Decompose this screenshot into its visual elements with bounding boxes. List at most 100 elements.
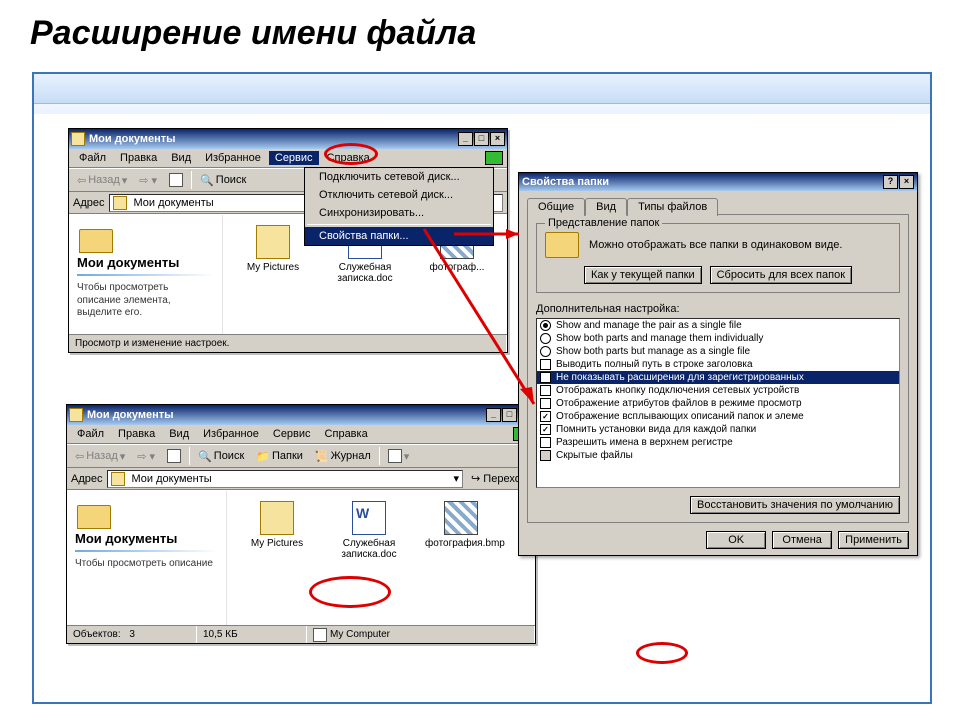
- checkbox-icon: [540, 437, 551, 448]
- radio-icon: [540, 346, 551, 357]
- menu-favorites[interactable]: Избранное: [197, 427, 265, 441]
- maximize-button[interactable]: □: [474, 132, 489, 146]
- checkbox-icon: [540, 411, 551, 422]
- minimize-button[interactable]: _: [486, 408, 501, 422]
- tabs: Общие Вид Типы файлов: [527, 197, 909, 215]
- checkbox-icon: [540, 450, 551, 461]
- file-item[interactable]: My Pictures: [241, 501, 313, 615]
- apply-button[interactable]: Применить: [838, 531, 909, 549]
- advanced-label: Дополнительная настройка:: [536, 303, 900, 315]
- menu-tools[interactable]: Сервис: [269, 151, 319, 165]
- setting-label: Помнить установки вида для каждой папки: [556, 424, 756, 435]
- restore-defaults-button[interactable]: Восстановить значения по умолчанию: [690, 496, 900, 514]
- menu-edit[interactable]: Правка: [112, 427, 161, 441]
- menu-help[interactable]: Справка: [319, 427, 374, 441]
- checkbox-icon: [540, 424, 551, 435]
- journal-button[interactable]: 📜 Журнал: [311, 449, 375, 464]
- slide-title: Расширение имени файла: [0, 0, 960, 59]
- menubar: Файл Правка Вид Избранное Сервис Справка: [67, 425, 535, 444]
- search-button[interactable]: 🔍 Поиск: [194, 449, 248, 464]
- webpanel-title: Мои документы: [77, 255, 214, 270]
- menu-edit[interactable]: Правка: [114, 151, 163, 165]
- webpanel-folder-icon: [77, 221, 117, 253]
- ok-button[interactable]: OK: [706, 531, 766, 549]
- like-current-button[interactable]: Как у текущей папки: [584, 266, 702, 284]
- checkbox-icon: [540, 359, 551, 370]
- menu-tools[interactable]: Сервис: [267, 427, 317, 441]
- window-controls: _ □ ×: [458, 132, 505, 146]
- web-panel: Мои документы Чтобы просмотреть описание: [67, 491, 227, 625]
- setting-label: Разрешить имена в верхнем регистре: [556, 437, 733, 448]
- address-label: Адрес: [73, 197, 105, 209]
- back-button[interactable]: ⇦ Назад ▾: [73, 173, 131, 188]
- checkbox-icon: [540, 398, 551, 409]
- titlebar[interactable]: Мои документы _ □ ×: [67, 405, 535, 425]
- menu-unmap-drive[interactable]: Отключить сетевой диск...: [305, 186, 493, 204]
- setting-item[interactable]: Скрытые файлы: [537, 449, 899, 462]
- checkbox-icon: [540, 385, 551, 396]
- file-view[interactable]: My Pictures Служебная записка.doc фотогр…: [227, 491, 535, 625]
- up-button[interactable]: [165, 172, 187, 188]
- folders-button[interactable]: 📁 Папки: [252, 449, 307, 464]
- views-button[interactable]: ▾: [384, 448, 414, 464]
- setting-label: Show both parts but manage as a single f…: [556, 346, 750, 357]
- setting-item[interactable]: Show both parts and manage them individu…: [537, 332, 899, 345]
- title-text: Мои документы: [87, 409, 174, 421]
- setting-label: Скрытые файлы: [556, 450, 633, 461]
- setting-item[interactable]: Отображать кнопку подключения сетевых ус…: [537, 384, 899, 397]
- menu-file[interactable]: Файл: [73, 151, 112, 165]
- setting-item[interactable]: Отображение атрибутов файлов в режиме пр…: [537, 397, 899, 410]
- folder-icon: [69, 408, 83, 422]
- up-button[interactable]: [163, 448, 185, 464]
- menu-map-drive[interactable]: Подключить сетевой диск...: [305, 168, 493, 186]
- folder-icon: [71, 132, 85, 146]
- menubar: Файл Правка Вид Избранное Сервис Справка: [69, 149, 507, 168]
- setting-item[interactable]: Отображение всплывающих описаний папок и…: [537, 410, 899, 423]
- menu-sync[interactable]: Синхронизировать...: [305, 204, 493, 222]
- tab-filetypes[interactable]: Типы файлов: [627, 198, 718, 216]
- setting-item[interactable]: Выводить полный путь в строке заголовка: [537, 358, 899, 371]
- tools-menu-dropdown: Подключить сетевой диск... Отключить сет…: [304, 167, 494, 246]
- minimize-button[interactable]: _: [458, 132, 473, 146]
- dialog-titlebar[interactable]: Свойства папки ? ×: [519, 173, 917, 191]
- file-item[interactable]: Служебная записка.doc: [333, 501, 405, 615]
- close-button[interactable]: ×: [899, 175, 914, 189]
- setting-item[interactable]: Не показывать расширения для зарегистрир…: [537, 371, 899, 384]
- address-label: Адрес: [71, 473, 103, 485]
- setting-item[interactable]: Show both parts but manage as a single f…: [537, 345, 899, 358]
- titlebar[interactable]: Мои документы _ □ ×: [69, 129, 507, 149]
- web-panel: Мои документы Чтобы просмотреть описание…: [69, 215, 223, 334]
- menu-file[interactable]: Файл: [71, 427, 110, 441]
- menu-view[interactable]: Вид: [163, 427, 195, 441]
- throbber-icon: [485, 151, 503, 165]
- setting-label: Выводить полный путь в строке заголовка: [556, 359, 753, 370]
- forward-button[interactable]: ⇨ ▾: [135, 173, 161, 188]
- radio-icon: [540, 320, 551, 331]
- tab-view[interactable]: Вид: [585, 198, 627, 216]
- setting-item[interactable]: Show and manage the pair as a single fil…: [537, 319, 899, 332]
- file-item[interactable]: My Pictures: [237, 225, 309, 324]
- back-button[interactable]: ⇦ Назад ▾: [71, 449, 129, 464]
- forward-button[interactable]: ⇨ ▾: [133, 449, 159, 464]
- cancel-button[interactable]: Отмена: [772, 531, 832, 549]
- close-button[interactable]: ×: [490, 132, 505, 146]
- maximize-button[interactable]: □: [502, 408, 517, 422]
- folder-view-group: Представление папок Можно отображать все…: [536, 223, 900, 293]
- setting-label: Отображать кнопку подключения сетевых ус…: [556, 385, 799, 396]
- setting-item[interactable]: Помнить установки вида для каждой папки: [537, 423, 899, 436]
- checkbox-icon: [540, 372, 551, 383]
- menu-folder-options[interactable]: Свойства папки...: [305, 227, 493, 245]
- help-button[interactable]: ?: [883, 175, 898, 189]
- tab-general[interactable]: Общие: [527, 198, 585, 216]
- address-input[interactable]: Мои документы ▾: [107, 470, 464, 488]
- file-item[interactable]: фотография.bmp: [425, 501, 497, 615]
- search-button[interactable]: 🔍 Поиск: [196, 173, 250, 188]
- group-title: Представление папок: [545, 217, 662, 229]
- advanced-settings-list[interactable]: Show and manage the pair as a single fil…: [536, 318, 900, 488]
- setting-item[interactable]: Разрешить имена в верхнем регистре: [537, 436, 899, 449]
- menu-view[interactable]: Вид: [165, 151, 197, 165]
- menu-favorites[interactable]: Избранное: [199, 151, 267, 165]
- menu-help[interactable]: Справка: [321, 151, 376, 165]
- reset-all-button[interactable]: Сбросить для всех папок: [710, 266, 852, 284]
- toolbar: ⇦ Назад ▾ ⇨ ▾ 🔍 Поиск 📁 Папки 📜 Журнал ▾: [67, 444, 535, 468]
